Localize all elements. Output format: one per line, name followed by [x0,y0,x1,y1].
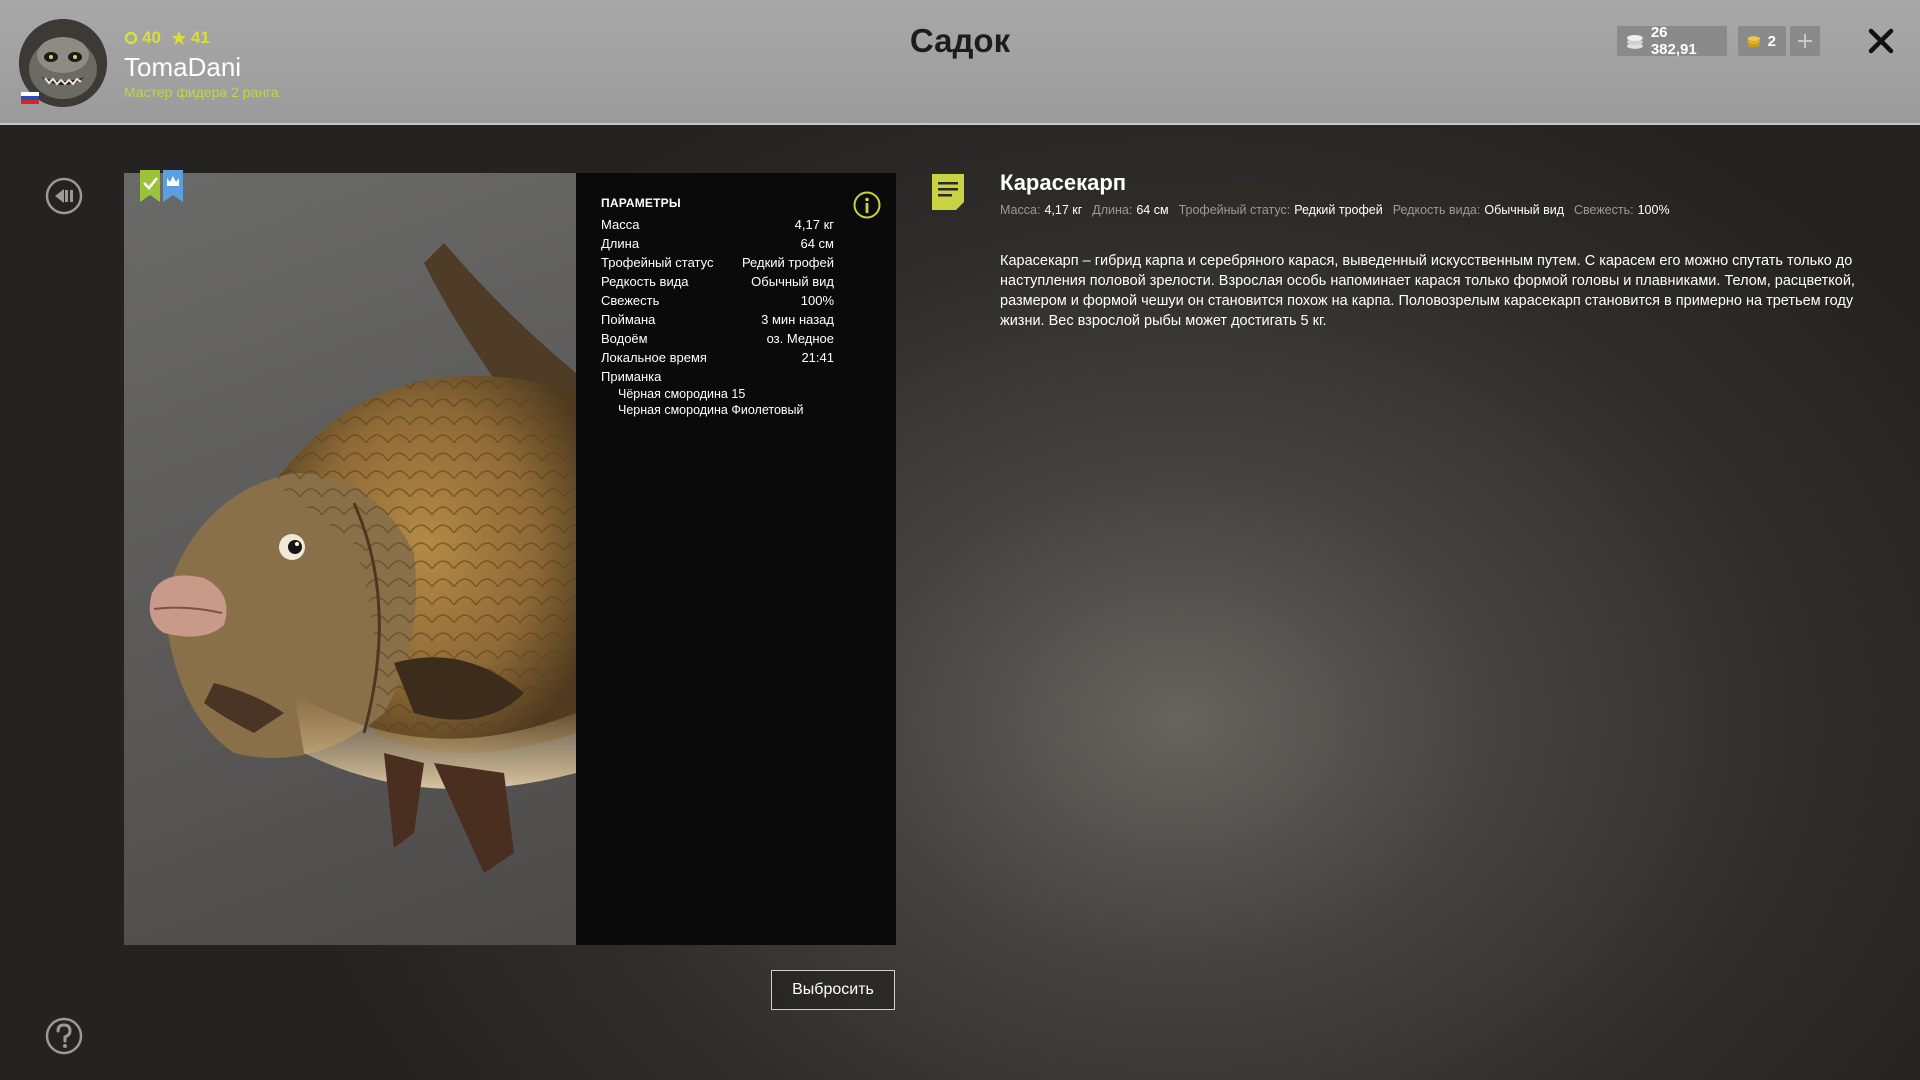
gold-balance: 2 [1738,26,1786,56]
player-rank: Мастер фидера 2 ранга [124,84,279,100]
param-row-waterbody: Водоём оз. Медное [601,331,834,346]
gold-value: 2 [1767,32,1776,50]
bait-label: Приманка [601,369,662,384]
document-icon [932,174,964,210]
param-row-freshness: Свежесть 100% [601,293,834,308]
gold-coins-icon [1747,36,1761,48]
fish-badges [140,170,183,202]
param-label: Свежесть [601,293,660,308]
param-label: Водоём [601,331,648,346]
summary-value: 100% [1637,203,1670,217]
fish-image [149,243,576,873]
back-button[interactable] [44,176,84,216]
add-currency-button[interactable] [1790,26,1820,56]
param-value: Обычный вид [751,274,834,289]
back-icon [45,177,83,215]
silver-balance: 26 382,91 [1617,24,1727,58]
bait-item: Черная смородина Фиолетовый [618,403,804,417]
param-label: Масса [601,217,640,232]
trophy-badge-icon [163,170,183,202]
summary-value: 64 см [1136,203,1169,217]
plus-icon [1798,34,1812,48]
param-value: 64 см [800,236,834,251]
summary-value: 4,17 кг [1044,203,1083,217]
param-label: Редкость вида [601,274,689,289]
info-icon[interactable] [852,190,882,220]
param-label: Длина [601,236,640,251]
summary-key: Свежесть: [1573,203,1634,217]
summary-key: Редкость вида: [1392,203,1481,217]
summary-key: Масса: [1000,203,1041,217]
fish-model-view[interactable] [124,173,576,945]
help-icon [45,1017,83,1055]
discard-button[interactable]: Выбросить [771,970,895,1010]
param-row-rarity: Редкость вида Обычный вид [601,274,834,289]
summary-key: Трофейный статус: [1178,203,1291,217]
param-value: 4,17 кг [794,217,834,232]
param-row-caught: Поймана 3 мин назад [601,312,834,327]
param-value: 21:41 [801,350,834,365]
parameters-title: ПАРАМЕТРЫ [601,196,681,210]
param-value: Редкий трофей [741,255,834,270]
caught-badge-icon [140,170,160,202]
fish-name: Карасекарп [1000,170,1127,195]
param-value: 3 мин назад [761,312,834,327]
silver-coins-icon [1626,35,1643,49]
param-row-local-time: Локальное время 21:41 [601,350,834,365]
summary-key: Длина: [1092,203,1133,217]
param-row-mass: Масса 4,17 кг [601,217,834,232]
summary-value: Редкий трофей [1294,203,1383,217]
param-label: Локальное время [601,350,707,365]
close-button[interactable] [1864,24,1898,58]
flag-icon [21,92,39,104]
help-button[interactable] [44,1016,84,1056]
param-row-length: Длина 64 см [601,236,834,251]
bait-item: Чёрная смородина 15 [618,387,746,401]
close-icon [1868,28,1894,54]
top-bar: 40 41 TomaDani Мастер фидера 2 ранга Сад… [0,0,1920,125]
param-value: 100% [800,293,834,308]
parameters-panel: ПАРАМЕТРЫ Масса 4,17 кг Длина 64 см Троф… [576,173,896,945]
silver-value: 26 382,91 [1650,24,1697,58]
param-label: Поймана [601,312,656,327]
param-row-trophy-status: Трофейный статус Редкий трофей [601,255,834,270]
fish-description: Карасекарп – гибрид карпа и серебряного … [1000,253,1855,329]
param-label: Трофейный статус [601,255,714,270]
param-value: оз. Медное [766,331,834,346]
fish-summary: Масса: 4,17 кг Длина: 64 см Трофейный ст… [1000,203,1676,217]
summary-value: Обычный вид [1484,203,1564,217]
